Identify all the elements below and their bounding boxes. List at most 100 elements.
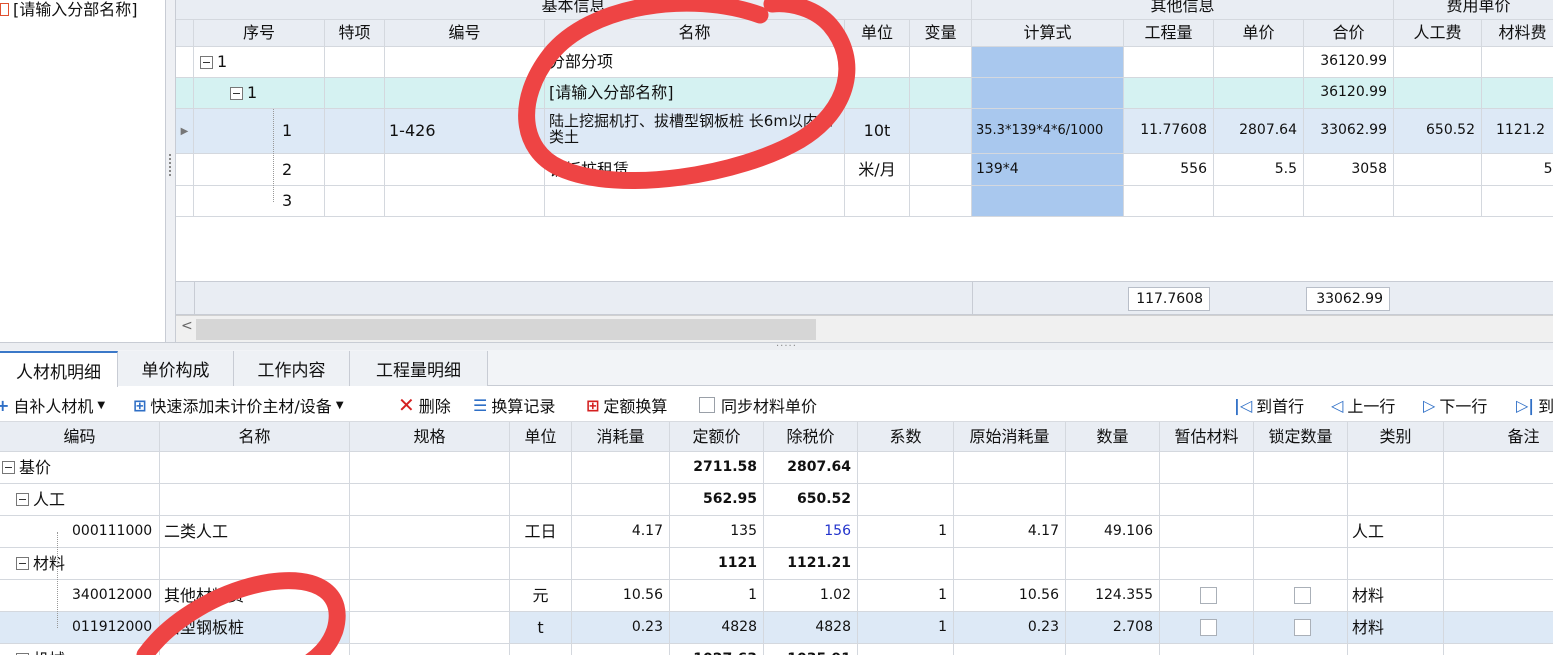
sync-material-price-checkbox[interactable]: 同步材料单价 — [699, 393, 817, 417]
spec-cell[interactable] — [350, 548, 510, 580]
checkbox-icon[interactable] — [699, 397, 715, 413]
name-cell[interactable] — [160, 548, 350, 580]
col-header-lock-quantity[interactable]: 锁定数量 — [1254, 422, 1348, 452]
col-header-code[interactable]: 编码 — [0, 422, 160, 452]
unit-cell[interactable] — [510, 484, 572, 516]
name-cell[interactable]: 二类人工 — [160, 516, 350, 548]
spec-cell[interactable] — [350, 452, 510, 484]
estimated-material-checkbox[interactable] — [1160, 484, 1254, 516]
collapse-toggle-icon[interactable] — [16, 493, 29, 506]
col-header-price[interactable]: 单价 — [1214, 20, 1304, 47]
estimated-material-checkbox[interactable] — [1160, 644, 1254, 655]
collapse-toggle-icon[interactable] — [230, 86, 243, 100]
tab-quantity-detail[interactable]: 工程量明细 — [350, 351, 488, 386]
code-cell[interactable]: 000111000 — [0, 516, 160, 548]
unit-cell[interactable] — [510, 548, 572, 580]
checkbox-icon[interactable] — [1200, 587, 1217, 604]
notax-cell[interactable]: 156 — [764, 516, 858, 548]
qty-cell[interactable] — [1066, 644, 1160, 655]
consume-cell[interactable]: 4.17 — [572, 516, 670, 548]
tab-work-content[interactable]: 工作内容 — [234, 351, 350, 386]
lock-quantity-checkbox[interactable] — [1254, 644, 1348, 655]
remark-cell[interactable] — [1444, 580, 1553, 612]
tab-labor-material-detail[interactable]: 人材机明细 — [0, 351, 118, 387]
horizontal-scrollbar[interactable]: < — [176, 315, 1553, 342]
col-header-remark[interactable]: 备注 — [1444, 422, 1553, 452]
spec-cell[interactable] — [350, 612, 510, 644]
notax-cell[interactable]: 2807.64 — [764, 452, 858, 484]
lock-quantity-checkbox[interactable] — [1254, 580, 1348, 612]
consume-cell[interactable] — [572, 548, 670, 580]
name-cell[interactable]: 槽型钢板桩 — [160, 612, 350, 644]
consume-cell[interactable] — [572, 484, 670, 516]
qty-cell[interactable]: 2.708 — [1066, 612, 1160, 644]
checkbox-icon[interactable] — [1294, 587, 1311, 604]
lock-quantity-checkbox[interactable] — [1254, 548, 1348, 580]
quota-cell[interactable]: 1027.63 — [670, 644, 764, 655]
col-header-consumption[interactable]: 消耗量 — [572, 422, 670, 452]
cat-cell[interactable]: 材料 — [1348, 580, 1444, 612]
notax-cell[interactable]: 1035.91 — [764, 644, 858, 655]
col-header-formula[interactable]: 计算式 — [972, 20, 1124, 47]
col-header-quantity[interactable]: 工程量 — [1124, 20, 1214, 47]
cat-cell[interactable] — [1348, 452, 1444, 484]
lock-quantity-checkbox[interactable] — [1254, 516, 1348, 548]
unit-cell[interactable]: 元 — [510, 580, 572, 612]
quota-conversion-button[interactable]: ⊞ 定额换算 — [586, 393, 667, 417]
notax-cell[interactable]: 4828 — [764, 612, 858, 644]
estimated-material-checkbox[interactable] — [1160, 548, 1254, 580]
lock-quantity-checkbox[interactable] — [1254, 484, 1348, 516]
quota-cell[interactable]: 2711.58 — [670, 452, 764, 484]
col-header-seq[interactable]: 序号 — [194, 20, 325, 47]
col-header-original-consumption[interactable]: 原始消耗量 — [954, 422, 1066, 452]
cat-cell[interactable]: 人工 — [1348, 516, 1444, 548]
unit-cell[interactable] — [510, 644, 572, 655]
qty-cell[interactable]: 124.355 — [1066, 580, 1160, 612]
col-header-variable[interactable]: 变量 — [910, 20, 972, 47]
quick-add-material-button[interactable]: ⊞ 快速添加未计价主材/设备 ▼ — [133, 393, 344, 417]
scrollbar-thumb[interactable] — [196, 319, 816, 340]
checkbox-icon[interactable] — [1294, 619, 1311, 636]
quota-cell[interactable]: 562.95 — [670, 484, 764, 516]
col-header-total[interactable]: 合价 — [1304, 20, 1394, 47]
col-header-unit[interactable]: 单位 — [510, 422, 572, 452]
coef-cell[interactable]: 1 — [858, 580, 954, 612]
scroll-left-icon[interactable]: < — [181, 318, 193, 334]
name-cell[interactable] — [160, 644, 350, 655]
checkbox-icon[interactable] — [1200, 619, 1217, 636]
spec-cell[interactable] — [350, 484, 510, 516]
col-header-quota-price[interactable]: 定额价 — [670, 422, 764, 452]
lock-quantity-checkbox[interactable] — [1254, 612, 1348, 644]
prev-row-button[interactable]: ◁ 上一行 — [1331, 393, 1395, 417]
quota-cell[interactable]: 135 — [670, 516, 764, 548]
col-header-unit[interactable]: 单位 — [845, 20, 910, 47]
consume-cell[interactable]: 0.23 — [572, 612, 670, 644]
coef-cell[interactable] — [858, 452, 954, 484]
estimated-material-checkbox[interactable] — [1160, 516, 1254, 548]
last-row-button[interactable]: ▷| 到 — [1516, 393, 1553, 417]
orig-cell[interactable]: 4.17 — [954, 516, 1066, 548]
quota-cell[interactable]: 4828 — [670, 612, 764, 644]
delete-button[interactable]: ✕ 删除 — [398, 393, 451, 417]
unit-cell[interactable]: 工日 — [510, 516, 572, 548]
remark-cell[interactable] — [1444, 452, 1553, 484]
consume-cell[interactable] — [572, 644, 670, 655]
consume-cell[interactable]: 10.56 — [572, 580, 670, 612]
col-header-name[interactable]: 名称 — [545, 20, 845, 47]
notax-cell[interactable]: 1.02 — [764, 580, 858, 612]
qty-cell[interactable] — [1066, 452, 1160, 484]
tab-unit-price-composition[interactable]: 单价构成 — [118, 351, 234, 386]
orig-cell[interactable] — [954, 484, 1066, 516]
unit-cell[interactable]: t — [510, 612, 572, 644]
remark-cell[interactable] — [1444, 644, 1553, 655]
tree-node-section[interactable]: [请输入分部名称] — [0, 0, 138, 20]
orig-cell[interactable]: 0.23 — [954, 612, 1066, 644]
remark-cell[interactable] — [1444, 484, 1553, 516]
estimated-material-checkbox[interactable] — [1160, 612, 1254, 644]
estimated-material-checkbox[interactable] — [1160, 452, 1254, 484]
col-header-spec[interactable]: 规格 — [350, 422, 510, 452]
qty-cell[interactable]: 49.106 — [1066, 516, 1160, 548]
cat-cell[interactable] — [1348, 548, 1444, 580]
spec-cell[interactable] — [350, 516, 510, 548]
first-row-button[interactable]: |◁ 到首行 — [1234, 393, 1304, 417]
